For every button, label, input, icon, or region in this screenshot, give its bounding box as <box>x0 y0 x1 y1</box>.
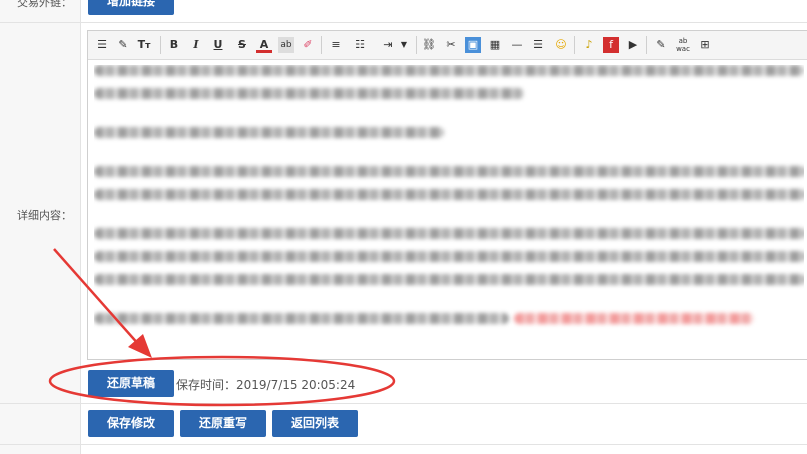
annotation-ellipse <box>48 355 396 407</box>
annotation-overlay <box>48 248 396 407</box>
annotation-arrow-line <box>53 248 141 347</box>
